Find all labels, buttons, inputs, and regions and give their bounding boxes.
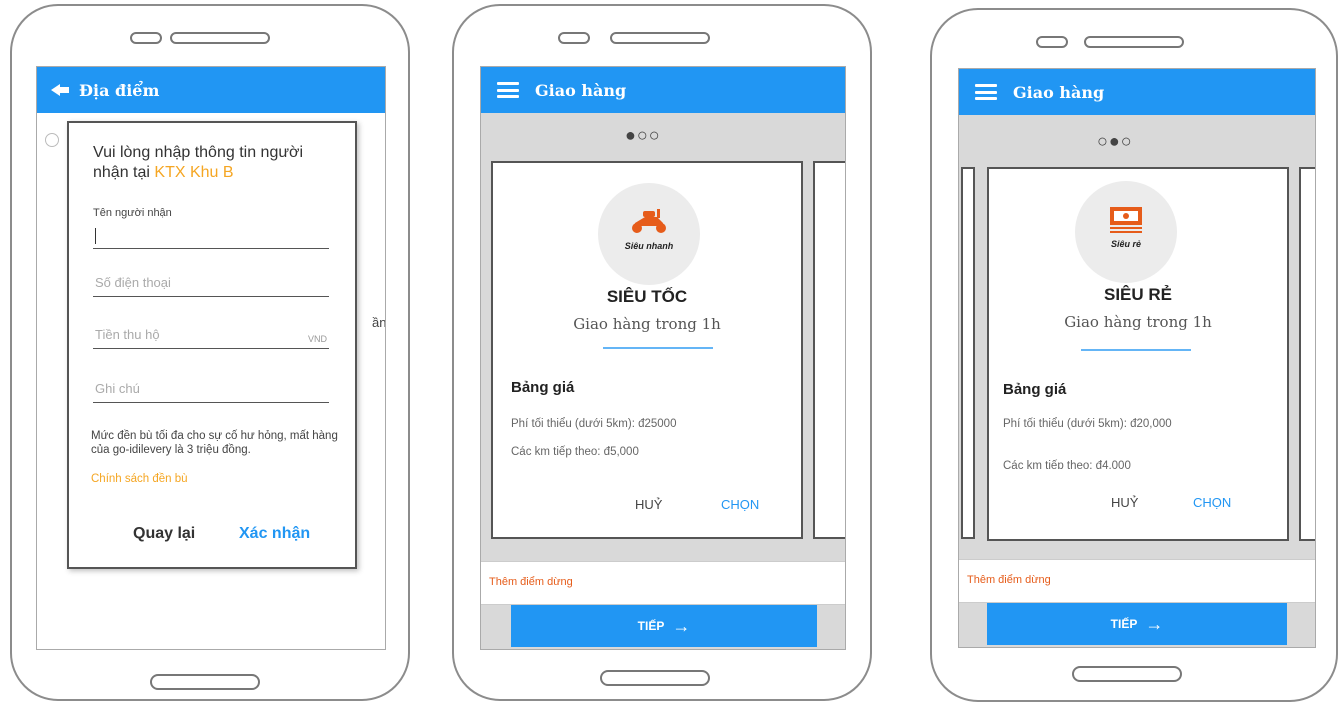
phone-speaker	[1084, 36, 1184, 48]
next-service-card-peek[interactable]	[813, 161, 845, 539]
phone-number-input[interactable]: Số điện thoại	[93, 271, 329, 297]
price-heading: Bảng giá	[1003, 381, 1067, 398]
service-title: SIÊU TỐC	[606, 287, 688, 306]
phone-frame-location: Địa điểm ần Vui lòng nhập thông tin ngườ…	[10, 4, 410, 701]
menu-icon[interactable]	[975, 84, 997, 100]
phone-camera	[558, 32, 590, 44]
price-minimum: Phí tối thiểu (dưới 5km): đ25000	[511, 418, 677, 430]
add-stop-row[interactable]: Thêm điểm dừng	[481, 561, 845, 605]
home-button[interactable]	[150, 674, 260, 690]
next-button-label: TIẾP	[637, 619, 665, 633]
choose-button[interactable]: CHỌN	[1193, 495, 1231, 510]
note-placeholder: Ghi chú	[95, 381, 140, 396]
next-button[interactable]: TIẾP →	[511, 605, 817, 647]
previous-service-card-peek[interactable]	[961, 167, 975, 539]
badge-label: Siêu nhanh	[624, 241, 674, 251]
phone-speaker	[170, 32, 270, 44]
service-badge: Siêu rẻ	[1075, 181, 1177, 283]
add-stop-link[interactable]: Thêm điểm dừng	[489, 576, 573, 588]
delivery-screen-cheap: Giao hàng ○●○ Siêu rẻ SIÊU RẺ Giao hàng …	[958, 68, 1316, 648]
compensation-policy-link[interactable]: Chính sách đền bù	[91, 473, 188, 485]
service-title: SIÊU RẺ	[1103, 285, 1173, 304]
price-per-km: Các km tiếp theo: đ4,000	[1003, 460, 1131, 469]
home-button[interactable]	[600, 670, 710, 686]
add-stop-row[interactable]: Thêm điểm dừng	[959, 559, 1315, 603]
search-icon	[45, 133, 59, 147]
phone-speaker	[610, 32, 710, 44]
carousel-indicator[interactable]: ○●○	[1097, 131, 1133, 152]
app-bar: Giao hàng	[481, 67, 845, 113]
price-per-km: Các km tiếp theo: đ5,000	[511, 446, 639, 458]
home-button[interactable]	[1072, 666, 1182, 682]
next-service-card-peek[interactable]	[1299, 167, 1315, 541]
service-card-cheap: Siêu rẻ SIÊU RẺ Giao hàng trong 1h Bảng …	[987, 167, 1289, 541]
divider	[603, 347, 713, 349]
recipient-dialog: Vui lòng nhập thông tin người nhận tại K…	[67, 121, 357, 569]
delivery-screen-fast: Giao hàng ●○○ Siêu nhanh SIÊU TỐC Giao h…	[480, 66, 846, 650]
next-button[interactable]: TIẾP →	[987, 603, 1287, 645]
price-minimum: Phí tối thiểu (dưới 5km): đ20,000	[1003, 418, 1172, 430]
note-input[interactable]: Ghi chú	[93, 377, 329, 403]
cod-amount-placeholder: Tiền thu hộ	[95, 327, 160, 342]
service-subtitle: Giao hàng trong 1h	[1064, 313, 1212, 331]
cancel-button[interactable]: HUỶ	[635, 497, 662, 512]
phone-camera	[1036, 36, 1068, 48]
arrow-right-icon: →	[1145, 613, 1164, 634]
phone-frame-fast: Giao hàng ●○○ Siêu nhanh SIÊU TỐC Giao h…	[452, 4, 872, 701]
scooter-icon	[632, 209, 666, 233]
back-button[interactable]: Quay lại	[133, 525, 195, 543]
service-subtitle: Giao hàng trong 1h	[573, 315, 721, 333]
recipient-name-input[interactable]	[93, 223, 329, 249]
phone-camera	[130, 32, 162, 44]
location-screen: Địa điểm ần Vui lòng nhập thông tin ngườ…	[36, 66, 386, 650]
back-arrow-icon[interactable]	[49, 80, 69, 100]
menu-icon[interactable]	[497, 82, 519, 98]
recipient-name-label: Tên người nhận	[93, 207, 172, 219]
compensation-note: Mức đền bù tối đa cho sự cố hư hỏng, mất…	[91, 430, 338, 456]
currency-unit: VND	[307, 334, 327, 344]
phone-number-placeholder: Số điện thoại	[95, 275, 171, 290]
choose-button[interactable]: CHỌN	[721, 497, 759, 512]
service-badge: Siêu nhanh	[598, 183, 700, 285]
cancel-button[interactable]: HUỶ	[1111, 495, 1138, 510]
carousel-indicator[interactable]: ●○○	[625, 125, 661, 146]
dialog-heading: Vui lòng nhập thông tin người nhận tại K…	[93, 143, 343, 183]
cod-amount-input[interactable]: Tiền thu hộ VND	[93, 323, 329, 349]
next-button-label: TIẾP	[1110, 617, 1138, 631]
text-caret	[95, 228, 96, 244]
badge-label: Siêu rẻ	[1110, 239, 1141, 249]
divider	[1081, 349, 1191, 351]
phone-frame-cheap: Giao hàng ○●○ Siêu rẻ SIÊU RẺ Giao hàng …	[930, 8, 1338, 702]
add-stop-link[interactable]: Thêm điểm dừng	[967, 574, 1051, 586]
arrow-right-icon: →	[672, 615, 691, 636]
page-title: Giao hàng	[1013, 82, 1105, 102]
background-text: ần	[372, 315, 386, 330]
page-title: Giao hàng	[535, 80, 627, 100]
confirm-button[interactable]: Xác nhận	[239, 525, 310, 543]
cash-icon	[1110, 207, 1142, 233]
dialog-location-highlight: KTX Khu B	[154, 164, 234, 181]
price-heading: Bảng giá	[511, 379, 575, 396]
app-bar: Địa điểm	[37, 67, 385, 113]
service-card-fast: Siêu nhanh SIÊU TỐC Giao hàng trong 1h B…	[491, 161, 803, 539]
page-title: Địa điểm	[79, 80, 160, 100]
app-bar: Giao hàng	[959, 69, 1315, 115]
